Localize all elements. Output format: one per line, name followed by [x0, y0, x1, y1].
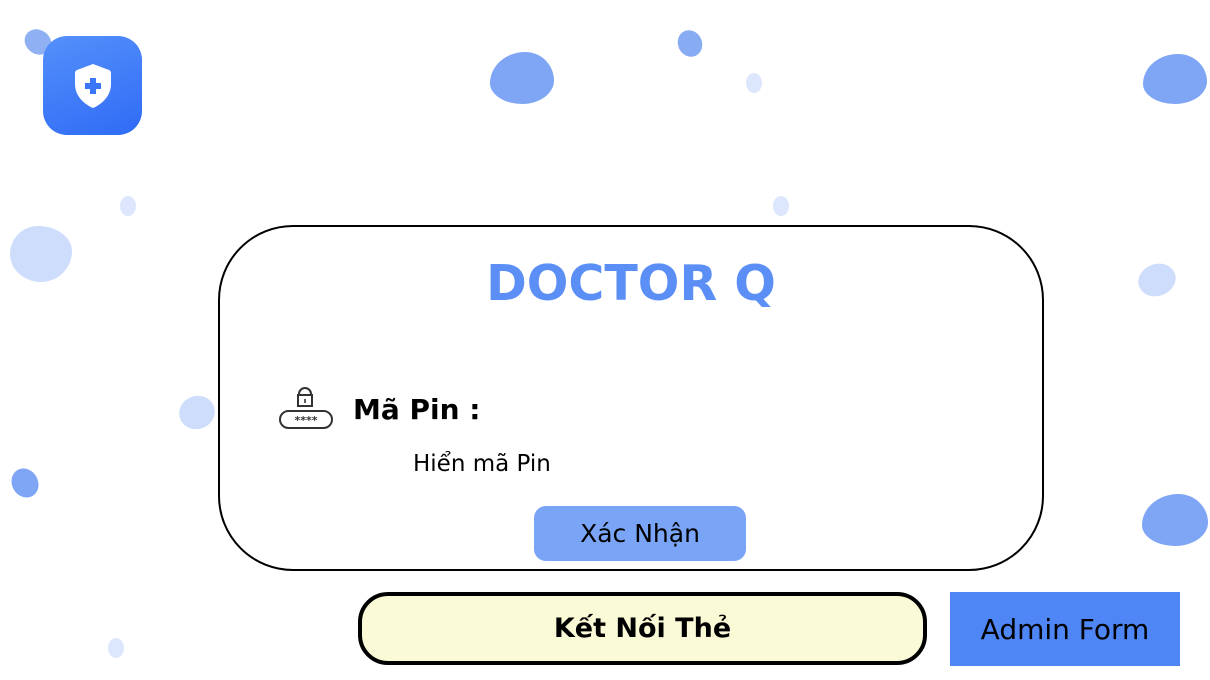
- admin-form-button[interactable]: Admin Form: [950, 592, 1180, 666]
- decor-blob: [1143, 54, 1207, 104]
- app-logo: [43, 36, 142, 135]
- decor-blob: [120, 196, 136, 216]
- pin-mask-text: ****: [294, 414, 317, 427]
- confirm-button-label: Xác Nhận: [580, 519, 700, 548]
- decor-blob: [174, 390, 220, 435]
- connect-card-button[interactable]: Kết Nối Thẻ: [358, 592, 927, 665]
- connect-card-label: Kết Nối Thẻ: [553, 613, 732, 644]
- pin-label: Mã Pin :: [353, 393, 481, 426]
- decor-blob: [10, 226, 72, 282]
- decor-blob: [490, 52, 554, 104]
- shield-plus-icon: [74, 63, 111, 108]
- admin-form-label: Admin Form: [980, 612, 1150, 646]
- decor-blob: [6, 463, 44, 503]
- decor-blob: [746, 73, 762, 93]
- decor-blob: [673, 26, 707, 61]
- decor-blob: [108, 638, 124, 658]
- pin-value-display: Hiển mã Pin: [413, 451, 551, 477]
- decor-blob: [773, 196, 789, 216]
- app-title: DOCTOR Q: [486, 255, 776, 312]
- decor-blob: [1133, 258, 1181, 302]
- decor-blob: [1142, 494, 1208, 546]
- pin-lock-icon: ****: [279, 387, 333, 429]
- pin-login-card: DOCTOR Q **** Mã Pin : Hiển mã Pin Xác N…: [218, 225, 1044, 571]
- confirm-button[interactable]: Xác Nhận: [534, 506, 746, 561]
